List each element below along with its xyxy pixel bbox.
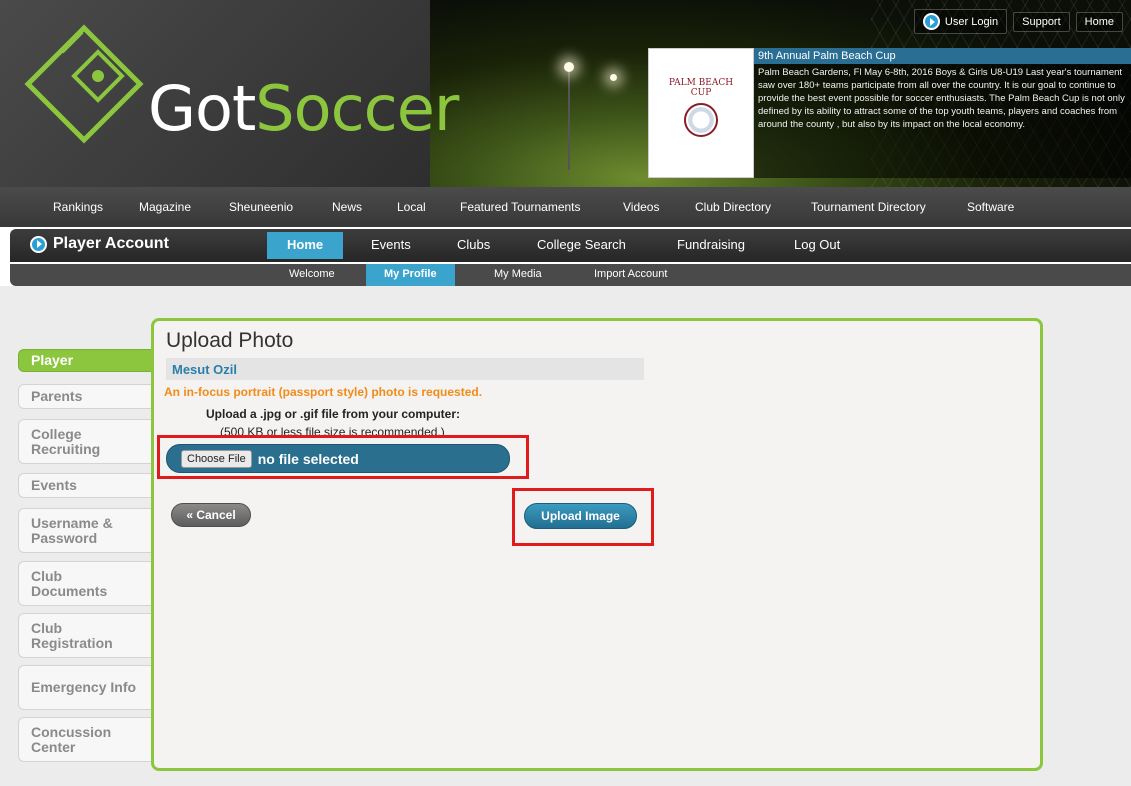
subtab-my-media[interactable]: My Media: [494, 268, 542, 280]
sidebar-item-username-password[interactable]: Username & Password: [18, 508, 153, 553]
top-links: User Login Support Home: [913, 9, 1123, 34]
nav-local[interactable]: Local: [397, 200, 426, 214]
home-link[interactable]: Home: [1075, 11, 1123, 32]
main-nav: Rankings Magazine Sheuneenio News Local …: [0, 187, 1131, 227]
nav-featured-tournaments[interactable]: Featured Tournaments: [460, 200, 581, 214]
site-header: GotSoccer User Login Support Home PALM B…: [0, 0, 1131, 187]
promo-logo-fineprint: [700, 141, 701, 147]
light-pole: [568, 70, 570, 170]
nav-rankings[interactable]: Rankings: [53, 200, 103, 214]
home-label: Home: [1084, 15, 1114, 28]
floodlight: [564, 62, 574, 72]
file-input-highlight: [157, 435, 529, 479]
arrow-circle-icon: [30, 235, 47, 253]
subtab-import-account[interactable]: Import Account: [594, 268, 667, 280]
subtab-welcome[interactable]: Welcome: [289, 268, 335, 280]
promo-body: Palm Beach Gardens, Fl May 6-8th, 2016 B…: [758, 67, 1125, 130]
promo-logo-text-2: CUP: [690, 88, 712, 98]
sidebar-item-college-recruiting[interactable]: College Recruiting: [18, 419, 153, 464]
promo-title: 9th Annual Palm Beach Cup: [754, 48, 1131, 64]
sidebar-item-emergency-info[interactable]: Emergency Info: [18, 665, 153, 710]
logo-wordmark: GotSoccer: [148, 78, 459, 140]
profile-sub-nav: Welcome My Profile My Media Import Accou…: [10, 264, 1131, 286]
player-name: Mesut Ozil: [166, 358, 644, 380]
photo-request-note: An in-focus portrait (passport style) ph…: [164, 385, 483, 399]
tab-log-out[interactable]: Log Out: [794, 237, 840, 252]
promo-logo-text: PALM BEACH CUP: [669, 78, 733, 99]
tab-fundraising[interactable]: Fundraising: [677, 237, 745, 252]
logo-soccer-text: Soccer: [255, 72, 459, 145]
nav-tournament-directory[interactable]: Tournament Directory: [811, 200, 926, 214]
user-login-link[interactable]: User Login: [913, 9, 1008, 34]
page-title: Upload Photo: [166, 329, 294, 352]
promo-text: 9th Annual Palm Beach Cup Palm Beach Gar…: [754, 48, 1131, 178]
promo-banner[interactable]: PALM BEACH CUP 9th Annual Palm Beach Cup…: [648, 48, 1131, 178]
nav-videos[interactable]: Videos: [623, 200, 659, 214]
user-login-label: User Login: [944, 15, 999, 28]
sidebar-item-events[interactable]: Events: [18, 473, 153, 498]
nav-news[interactable]: News: [332, 200, 362, 214]
arrow-circle-icon: [922, 13, 940, 30]
tab-college-search[interactable]: College Search: [537, 237, 626, 252]
nav-magazine[interactable]: Magazine: [139, 200, 191, 214]
floodlight: [610, 74, 617, 81]
player-account-label: Player Account: [53, 235, 169, 252]
sidebar-item-club-registration[interactable]: Club Registration: [18, 613, 153, 658]
upload-instructions: Upload a .jpg or .gif file from your com…: [206, 407, 461, 421]
account-nav: Player Account Home Events Clubs College…: [10, 229, 1131, 262]
support-label: Support: [1022, 15, 1061, 28]
upload-button-highlight: [512, 488, 654, 546]
upload-photo-panel: Upload Photo Mesut Ozil An in-focus port…: [151, 318, 1043, 771]
sidebar-item-club-documents[interactable]: Club Documents: [18, 561, 153, 606]
cancel-button[interactable]: « Cancel: [171, 503, 251, 527]
sidebar-item-player[interactable]: Player: [18, 349, 153, 372]
palm-beach-cup-logo: PALM BEACH CUP: [648, 48, 754, 178]
tab-clubs[interactable]: Clubs: [457, 237, 490, 252]
logo-got-text: Got: [148, 72, 256, 145]
subtab-my-profile[interactable]: My Profile: [366, 264, 455, 286]
nav-software[interactable]: Software: [967, 200, 1014, 214]
tab-home[interactable]: Home: [267, 232, 344, 259]
sidebar-item-parents[interactable]: Parents: [18, 384, 153, 409]
sidebar-item-concussion-center[interactable]: Concussion Center: [18, 717, 153, 762]
player-account-title: Player Account: [30, 235, 169, 253]
cup-emblem-icon: [684, 102, 718, 137]
nav-sheuneenio[interactable]: Sheuneenio: [229, 200, 293, 214]
file-size-note: (500 KB or less file size is recommended…: [220, 425, 445, 435]
tab-events[interactable]: Events: [371, 237, 411, 252]
nav-club-directory[interactable]: Club Directory: [695, 200, 771, 214]
support-link[interactable]: Support: [1013, 11, 1070, 32]
